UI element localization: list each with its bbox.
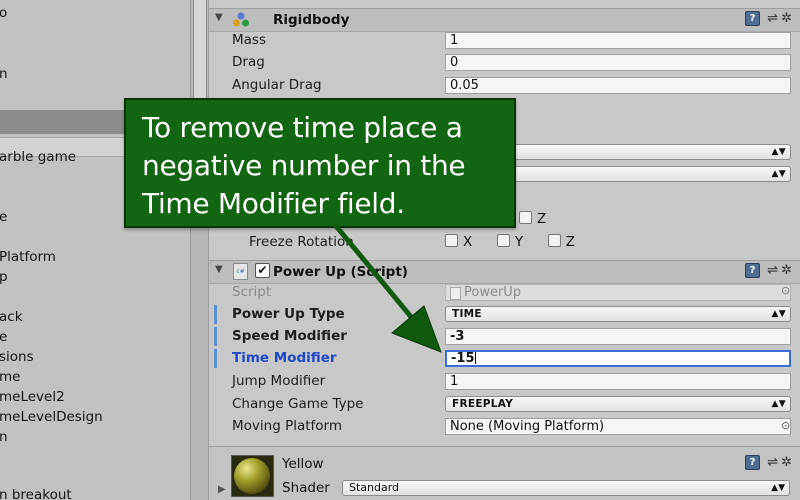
arrow-head-icon [391, 305, 442, 353]
arrow-shaft [333, 223, 415, 321]
callout-arrow [333, 223, 442, 353]
